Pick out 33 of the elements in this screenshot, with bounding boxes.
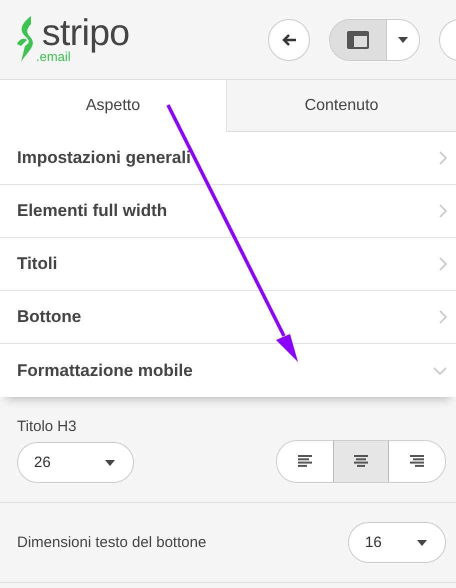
caret-icon	[417, 540, 427, 546]
align-center-icon	[354, 455, 368, 468]
chevron-down-icon	[433, 366, 447, 374]
size-select[interactable]: 16	[348, 522, 446, 563]
accordion-item[interactable]: Formattazione mobile	[0, 344, 456, 397]
caret-icon	[398, 36, 408, 42]
accordion-item[interactable]: Impostazioni generali	[0, 132, 456, 185]
align-left-icon	[298, 455, 312, 468]
caret-icon	[105, 460, 115, 466]
section-title: Formattazione mobile	[17, 360, 193, 380]
tab[interactable]: Contenuto	[226, 80, 456, 132]
chevron-right-icon	[439, 151, 447, 165]
size-select[interactable]: 26	[17, 442, 134, 483]
tab[interactable]: Aspetto	[0, 80, 226, 132]
arrow-left-icon	[281, 32, 297, 46]
align-center-button[interactable]	[333, 441, 389, 482]
chevron-right-icon	[439, 257, 447, 271]
field-label: Titolo H3	[17, 418, 78, 435]
section-title: Bottone	[17, 307, 82, 327]
align-right-icon	[410, 455, 424, 468]
chevron-right-icon	[439, 310, 447, 324]
field-label: Dimensioni testo del bottone	[17, 534, 206, 551]
dropdown-button[interactable]	[387, 20, 419, 60]
accordion-item[interactable]: Titoli	[0, 238, 456, 291]
layout-icon	[346, 30, 370, 50]
back-button[interactable]	[268, 18, 310, 60]
accordion-item[interactable]: Elementi full width	[0, 185, 456, 238]
section-title: Elementi full width	[17, 201, 168, 221]
section-title: Impostazioni generali	[17, 148, 191, 168]
layout-toggle-button[interactable]	[330, 20, 387, 60]
section-title: Titoli	[17, 254, 58, 274]
logo-suffix: .email	[36, 50, 71, 64]
chevron-right-icon	[439, 204, 447, 218]
